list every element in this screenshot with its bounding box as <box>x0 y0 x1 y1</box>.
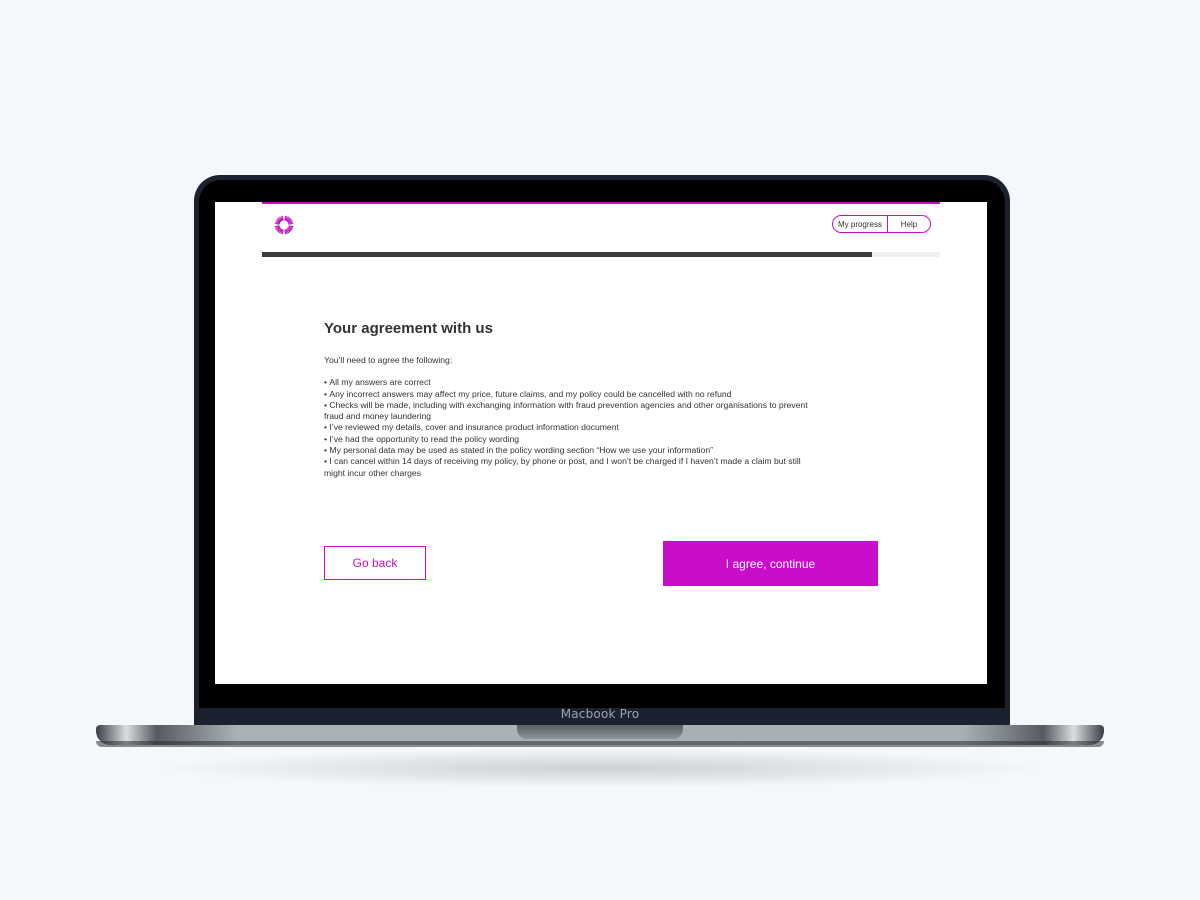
agree-continue-button[interactable]: I agree, continue <box>663 541 878 586</box>
agreement-section: Your agreement with us You’ll need to ag… <box>324 320 824 479</box>
my-progress-button[interactable]: My progress <box>832 215 888 233</box>
progress-bar <box>262 252 940 257</box>
list-item: I’ve reviewed my details, cover and insu… <box>324 422 824 433</box>
agreement-list: All my answers are correct Any incorrect… <box>324 377 824 479</box>
page-title: Your agreement with us <box>324 320 493 337</box>
go-back-button[interactable]: Go back <box>324 546 426 580</box>
device-model-label: Macbook Pro <box>560 707 640 721</box>
mockup-stage: My progress Help Your agreement with us … <box>0 0 1200 900</box>
laptop-opening-notch <box>517 725 683 739</box>
agreement-intro: You’ll need to agree the following: <box>324 355 453 365</box>
browser-screen: My progress Help Your agreement with us … <box>215 202 987 684</box>
list-item: I’ve had the opportunity to read the pol… <box>324 434 824 445</box>
progress-bar-fill <box>262 252 873 257</box>
list-item: Checks will be made, including with exch… <box>324 400 824 423</box>
list-item: I can cancel within 14 days of receiving… <box>324 456 824 479</box>
laptop-base-shade <box>96 741 1104 747</box>
help-button[interactable]: Help <box>887 215 931 233</box>
list-item: My personal data may be used as stated i… <box>324 445 824 456</box>
list-item: Any incorrect answers may affect my pric… <box>324 389 824 400</box>
list-item: All my answers are correct <box>324 377 824 388</box>
header-accent-rule <box>262 202 940 204</box>
sunburst-ring-logo-icon[interactable] <box>274 215 294 235</box>
laptop-shadow <box>150 748 1050 788</box>
header-actions: My progress Help <box>832 215 931 235</box>
